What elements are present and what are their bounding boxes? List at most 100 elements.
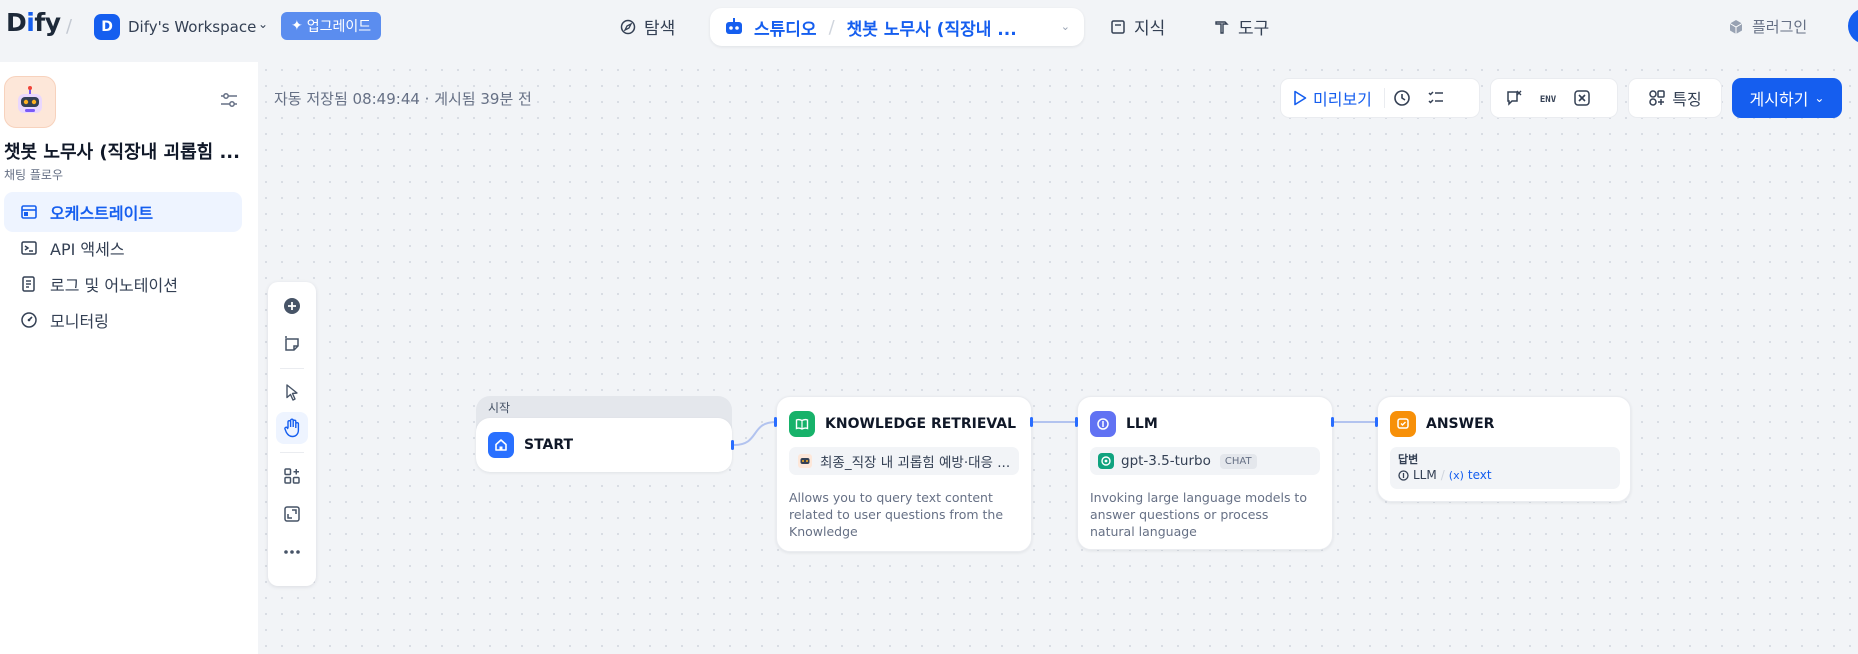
- start-group-label: 시작: [488, 401, 511, 415]
- compass-icon: [620, 19, 636, 34]
- model-chip[interactable]: gpt-3.5-turbo CHAT: [1090, 447, 1320, 475]
- book-icon: [1111, 19, 1125, 34]
- app-sidebar: 챗봇 노무사 (직장내 괴롭힘 ... 채팅 플로우 오케스트레이트 API 액…: [0, 62, 258, 654]
- dataset-chip[interactable]: 최종_직장 내 괴롭힘 예방·대응 ...: [789, 447, 1019, 475]
- chevron-down-icon[interactable]: ⌄: [258, 17, 268, 31]
- pointer-mode-button[interactable]: [276, 376, 308, 408]
- upgrade-button[interactable]: ✦ 업그레이드: [281, 12, 382, 40]
- chevron-down-icon: ⌄: [1814, 91, 1825, 105]
- expand-frame-icon: [284, 506, 300, 522]
- robot-avatar-icon: [18, 86, 42, 113]
- knowledge-node-description: Allows you to query text content related…: [789, 490, 1004, 539]
- palette-divider: [280, 368, 304, 369]
- system-vars-button[interactable]: [1565, 82, 1599, 114]
- env-vars-button[interactable]: ENV: [1531, 82, 1565, 114]
- answer-node-title: ANSWER: [1426, 416, 1495, 432]
- nav-knowledge[interactable]: 지식: [1110, 14, 1165, 39]
- features-grid-icon: [1649, 90, 1666, 106]
- variable-prefix: (x): [1448, 468, 1464, 482]
- env-icon: ENV: [1540, 95, 1557, 105]
- save-status: 자동 저장됨 08:49:44 · 게시됨 39분 전: [274, 90, 532, 108]
- llm-node-description: Invoking large language models to answer…: [1090, 490, 1307, 539]
- organize-blocks-button[interactable]: [276, 460, 308, 492]
- answer-node[interactable]: ANSWER 답변 LLM / (x) text: [1377, 396, 1631, 502]
- llm-node-title: LLM: [1126, 416, 1158, 432]
- answer-field[interactable]: 답변 LLM / (x) text: [1390, 447, 1620, 489]
- workspace-name[interactable]: Dify's Workspace: [128, 18, 256, 36]
- conversation-vars-button[interactable]: [1497, 82, 1531, 114]
- gauge-icon: [21, 312, 37, 328]
- nav-explore[interactable]: 탐색: [620, 14, 675, 39]
- home-icon: [488, 432, 514, 458]
- nav-tools[interactable]: 도구: [1214, 14, 1269, 39]
- variable-source: LLM: [1413, 468, 1437, 482]
- answer-input-handle[interactable]: [1375, 417, 1378, 427]
- svg-text:ENV: ENV: [1540, 95, 1557, 105]
- sticky-note-icon: [285, 336, 299, 351]
- features-button[interactable]: 특징: [1628, 78, 1722, 118]
- nav-studio-label: 스튜디오: [754, 19, 817, 40]
- answer-field-label: 답변: [1398, 453, 1419, 466]
- sidebar-item-label: API 액세스: [50, 240, 125, 259]
- grid-plus-icon: [284, 468, 300, 484]
- sidebar-item-logs[interactable]: 로그 및 어노테이션: [4, 264, 242, 304]
- answer-variable-ref: LLM / (x) text: [1398, 468, 1492, 482]
- more-options-button[interactable]: [276, 536, 308, 568]
- preview-button[interactable]: 미리보기: [1281, 82, 1384, 114]
- llm-output-handle[interactable]: [1331, 417, 1334, 427]
- checklist-button[interactable]: [1419, 82, 1453, 114]
- add-node-button[interactable]: [276, 290, 308, 322]
- answer-bubble-icon: [1390, 411, 1416, 437]
- sidebar-item-api-access[interactable]: API 액세스: [4, 228, 242, 268]
- dify-logo[interactable]: Dify: [6, 8, 61, 37]
- knowledge-input-handle[interactable]: [774, 417, 777, 427]
- play-icon: [1294, 90, 1307, 106]
- layout-icon: [21, 205, 37, 219]
- logo-text-prefix: D: [6, 8, 27, 37]
- llm-node[interactable]: LLM gpt-3.5-turbo CHAT Invoking large la…: [1077, 396, 1333, 550]
- hand-icon: [284, 418, 300, 438]
- start-output-handle[interactable]: [731, 440, 734, 450]
- history-button[interactable]: [1385, 82, 1419, 114]
- llm-source-icon: [1398, 469, 1409, 481]
- sidebar-item-orchestrate[interactable]: 오케스트레이트: [4, 192, 242, 232]
- variables-toolbar: ENV: [1490, 78, 1618, 118]
- palette-divider: [280, 452, 304, 453]
- hand-mode-button[interactable]: [276, 412, 308, 444]
- workflow-canvas[interactable]: [258, 62, 1858, 654]
- start-node-title: START: [524, 437, 574, 453]
- start-node[interactable]: START: [476, 418, 732, 472]
- logo-text-suffix: fy: [34, 8, 61, 37]
- nav-knowledge-label: 지식: [1134, 19, 1166, 39]
- plus-circle-icon: [284, 298, 300, 314]
- publish-label: 게시하기: [1749, 90, 1809, 109]
- canvas-tool-palette: [268, 282, 316, 586]
- cube-icon: [1729, 19, 1743, 34]
- llm-input-handle[interactable]: [1075, 417, 1078, 427]
- settings-sliders-icon[interactable]: [220, 92, 238, 108]
- plugins-button[interactable]: 플러그인: [1728, 16, 1807, 37]
- current-app-selector[interactable]: 챗봇 노무사 (직장내 ...: [847, 15, 1017, 40]
- knowledge-output-handle[interactable]: [1030, 417, 1033, 427]
- sparkle-icon: ✦: [291, 18, 303, 34]
- knowledge-node-title: KNOWLEDGE RETRIEVAL: [825, 416, 1017, 432]
- user-avatar[interactable]: [1848, 8, 1858, 44]
- fit-view-button[interactable]: [276, 498, 308, 530]
- plugins-label: 플러그인: [1752, 18, 1808, 36]
- cursor-arrow-icon: [286, 384, 298, 401]
- app-icon: [4, 76, 56, 128]
- breadcrumb-slash: /: [828, 16, 835, 38]
- chevron-down-icon[interactable]: ⌄: [1061, 20, 1070, 33]
- nav-studio[interactable]: 스튜디오 / 챗봇 노무사 (직장내 ... ⌄: [710, 8, 1084, 46]
- variable-name: text: [1467, 468, 1492, 482]
- workspace-avatar[interactable]: D: [94, 14, 120, 40]
- sidebar-item-monitoring[interactable]: 모니터링: [4, 300, 242, 340]
- knowledge-retrieval-node[interactable]: KNOWLEDGE RETRIEVAL 최종_직장 내 괴롭힘 예방·대응 ..…: [776, 396, 1032, 552]
- terminal-icon: [21, 241, 37, 255]
- add-note-button[interactable]: [276, 328, 308, 360]
- publish-button[interactable]: 게시하기 ⌄: [1732, 78, 1842, 118]
- preview-toolbar: 미리보기: [1280, 78, 1480, 118]
- brain-icon: [1090, 411, 1116, 437]
- features-label: 특징: [1672, 90, 1702, 109]
- sidebar-item-label: 로그 및 어노테이션: [50, 276, 178, 295]
